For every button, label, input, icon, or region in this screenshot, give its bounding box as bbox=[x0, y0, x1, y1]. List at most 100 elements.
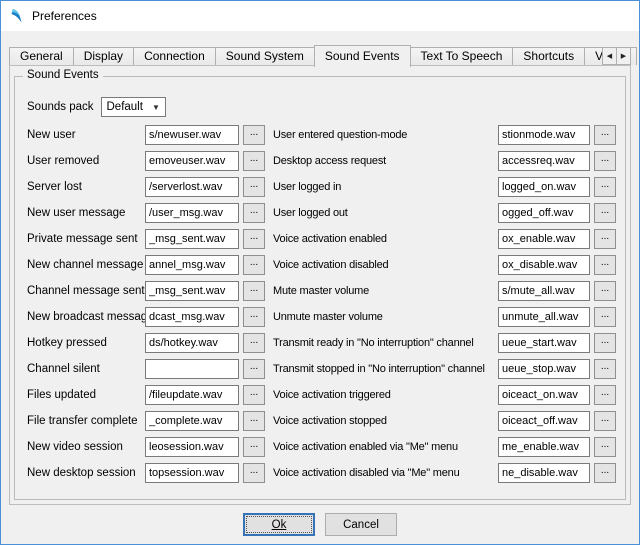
tab-text-to-speech[interactable]: Text To Speech bbox=[410, 47, 514, 65]
sound-file-input[interactable] bbox=[145, 151, 239, 171]
sound-file-input[interactable] bbox=[498, 281, 590, 301]
browse-button[interactable]: ... bbox=[243, 463, 265, 483]
browse-button[interactable]: ... bbox=[243, 307, 265, 327]
sound-event-row: New desktop session... bbox=[27, 463, 265, 483]
browse-button[interactable]: ... bbox=[243, 333, 265, 353]
browse-button[interactable]: ... bbox=[594, 333, 616, 353]
sound-file-input[interactable] bbox=[498, 177, 590, 197]
sound-event-row: Voice activation disabled via "Me" menu.… bbox=[273, 463, 616, 483]
browse-button[interactable]: ... bbox=[594, 307, 616, 327]
browse-button[interactable]: ... bbox=[243, 385, 265, 405]
sound-event-row: Channel message sent... bbox=[27, 281, 265, 301]
sound-event-row: Private message sent... bbox=[27, 229, 265, 249]
browse-button[interactable]: ... bbox=[594, 125, 616, 145]
event-label: User entered question-mode bbox=[273, 129, 498, 141]
sound-file-input[interactable] bbox=[498, 463, 590, 483]
sound-file-input[interactable] bbox=[145, 229, 239, 249]
sound-file-input[interactable] bbox=[498, 385, 590, 405]
cancel-button[interactable]: Cancel bbox=[325, 513, 397, 536]
browse-button[interactable]: ... bbox=[243, 281, 265, 301]
sound-file-input[interactable] bbox=[145, 359, 239, 379]
sound-file-input[interactable] bbox=[145, 411, 239, 431]
tab-general[interactable]: General bbox=[9, 47, 74, 65]
browse-button[interactable]: ... bbox=[594, 359, 616, 379]
browse-button[interactable]: ... bbox=[594, 411, 616, 431]
browse-button[interactable]: ... bbox=[243, 177, 265, 197]
tab-scroll-right-icon[interactable]: ▶ bbox=[616, 47, 631, 65]
sound-file-input[interactable] bbox=[145, 307, 239, 327]
browse-button[interactable]: ... bbox=[594, 229, 616, 249]
event-label: Voice activation stopped bbox=[273, 415, 498, 427]
event-label: Hotkey pressed bbox=[27, 337, 145, 349]
sound-event-row: New user... bbox=[27, 125, 265, 145]
browse-button[interactable]: ... bbox=[594, 203, 616, 223]
sound-file-input[interactable] bbox=[145, 177, 239, 197]
event-label: Unmute master volume bbox=[273, 311, 498, 323]
tab-bar: GeneralDisplayConnectionSound SystemSoun… bbox=[9, 45, 631, 65]
browse-button[interactable]: ... bbox=[594, 463, 616, 483]
event-label: New desktop session bbox=[27, 467, 145, 479]
sound-file-input[interactable] bbox=[498, 151, 590, 171]
event-label: Transmit ready in "No interruption" chan… bbox=[273, 337, 498, 349]
sound-file-input[interactable] bbox=[145, 203, 239, 223]
sound-event-row: Mute master volume... bbox=[273, 281, 616, 301]
sound-file-input[interactable] bbox=[145, 255, 239, 275]
tab-display[interactable]: Display bbox=[73, 47, 134, 65]
browse-button[interactable]: ... bbox=[594, 281, 616, 301]
browse-button[interactable]: ... bbox=[594, 177, 616, 197]
browse-button[interactable]: ... bbox=[594, 385, 616, 405]
sound-events-left-column: New user... User removed... Server lost...… bbox=[27, 125, 265, 489]
event-label: Server lost bbox=[27, 181, 145, 193]
event-label: Channel message sent bbox=[27, 285, 145, 297]
event-label: Voice activation enabled via "Me" menu bbox=[273, 441, 498, 453]
sound-file-input[interactable] bbox=[145, 437, 239, 457]
browse-button[interactable]: ... bbox=[243, 359, 265, 379]
browse-button[interactable]: ... bbox=[594, 255, 616, 275]
sound-event-row: Voice activation enabled via "Me" menu..… bbox=[273, 437, 616, 457]
tab-sound-system[interactable]: Sound System bbox=[215, 47, 315, 65]
sound-file-input[interactable] bbox=[145, 125, 239, 145]
event-label: Voice activation disabled via "Me" menu bbox=[273, 467, 498, 479]
group-title: Sound Events bbox=[23, 69, 103, 81]
browse-button[interactable]: ... bbox=[243, 411, 265, 431]
event-label: New broadcast message bbox=[27, 311, 145, 323]
browse-button[interactable]: ... bbox=[243, 255, 265, 275]
browse-button[interactable]: ... bbox=[243, 125, 265, 145]
tab-shortcuts[interactable]: Shortcuts bbox=[512, 47, 585, 65]
browse-button[interactable]: ... bbox=[243, 437, 265, 457]
tab-sound-events[interactable]: Sound Events bbox=[314, 45, 411, 67]
sound-file-input[interactable] bbox=[498, 437, 590, 457]
sound-file-input[interactable] bbox=[498, 125, 590, 145]
chevron-down-icon: ▼ bbox=[152, 103, 160, 112]
browse-button[interactable]: ... bbox=[594, 437, 616, 457]
event-label: Channel silent bbox=[27, 363, 145, 375]
sound-event-row: Hotkey pressed... bbox=[27, 333, 265, 353]
tab-scroll-left-icon[interactable]: ◀ bbox=[602, 47, 617, 65]
browse-button[interactable]: ... bbox=[243, 229, 265, 249]
sound-file-input[interactable] bbox=[498, 333, 590, 353]
ok-button[interactable]: Ok bbox=[243, 513, 315, 536]
sound-file-input[interactable] bbox=[498, 411, 590, 431]
event-label: Voice activation triggered bbox=[273, 389, 498, 401]
event-label: New user message bbox=[27, 207, 145, 219]
sound-file-input[interactable] bbox=[145, 281, 239, 301]
sound-file-input[interactable] bbox=[498, 359, 590, 379]
sound-file-input[interactable] bbox=[145, 333, 239, 353]
sound-file-input[interactable] bbox=[498, 203, 590, 223]
sound-event-row: New broadcast message... bbox=[27, 307, 265, 327]
sound-file-input[interactable] bbox=[145, 385, 239, 405]
browse-button[interactable]: ... bbox=[243, 151, 265, 171]
window-title: Preferences bbox=[32, 9, 97, 23]
sound-file-input[interactable] bbox=[498, 255, 590, 275]
sound-file-input[interactable] bbox=[498, 307, 590, 327]
sound-file-input[interactable] bbox=[145, 463, 239, 483]
tab-connection[interactable]: Connection bbox=[133, 47, 216, 65]
browse-button[interactable]: ... bbox=[594, 151, 616, 171]
sounds-pack-select[interactable]: Default ▼ bbox=[101, 97, 166, 117]
sound-file-input[interactable] bbox=[498, 229, 590, 249]
sound-event-row: Server lost... bbox=[27, 177, 265, 197]
browse-button[interactable]: ... bbox=[243, 203, 265, 223]
event-label: User logged out bbox=[273, 207, 498, 219]
sound-event-row: Voice activation disabled... bbox=[273, 255, 616, 275]
sound-event-row: User removed... bbox=[27, 151, 265, 171]
